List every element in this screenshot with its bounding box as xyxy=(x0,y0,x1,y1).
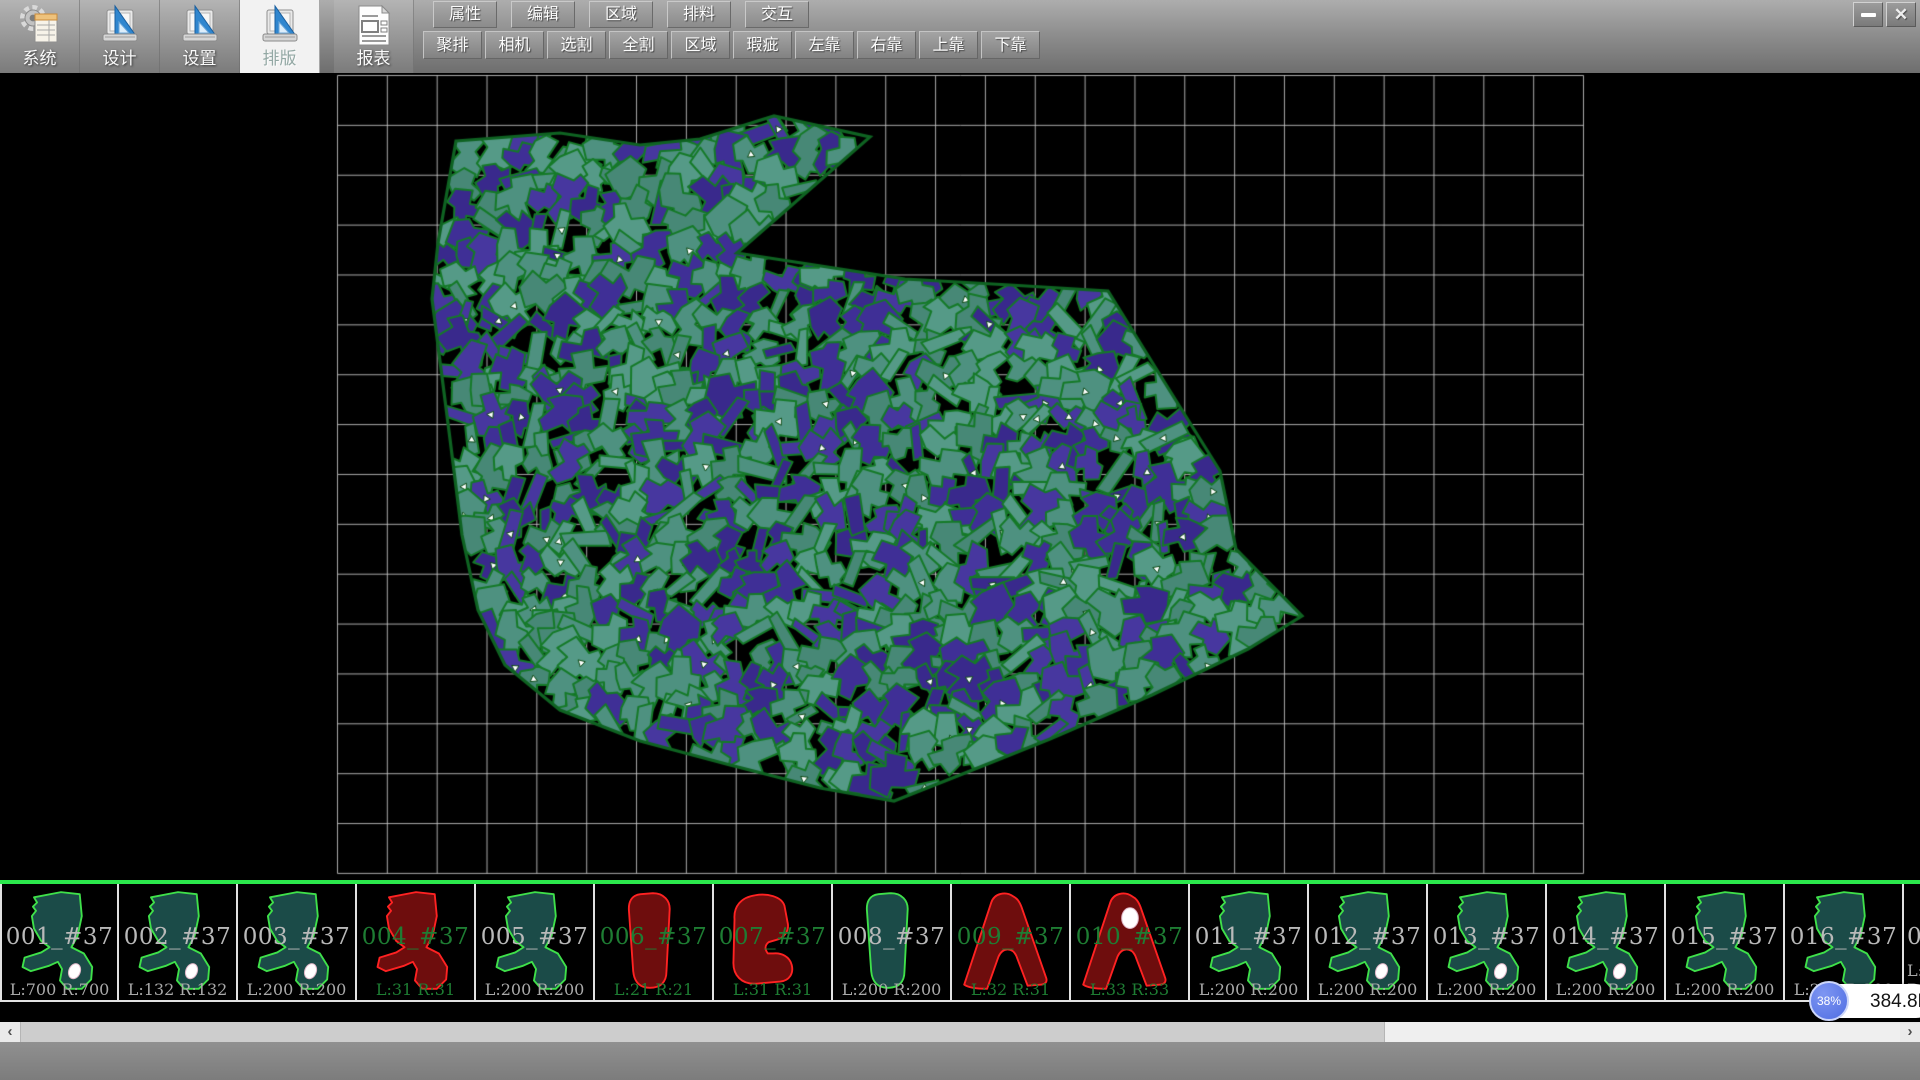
piece-thumbnail-010_#37[interactable]: 010_#37 L:33 R:33 xyxy=(1071,884,1190,1002)
piece-lr-count: L:31 R:31 xyxy=(714,980,831,999)
menu-tab-2[interactable]: 编辑 xyxy=(511,1,575,28)
piece-id: 017_#37 xyxy=(1904,924,1920,950)
piece-id: 013_#37 xyxy=(1428,924,1545,950)
piece-id: 001_#37 xyxy=(2,924,117,950)
piece-id: 003_#37 xyxy=(238,924,355,950)
system-gear-icon xyxy=(18,3,62,49)
piece-lr-count: L:200 R:200 xyxy=(1309,980,1426,999)
piece-thumbnail-004_#37[interactable]: 004_#37 L:31 R:31 xyxy=(357,884,476,1002)
piece-thumbnail-005_#37[interactable]: 005_#37 L:200 R:200 xyxy=(476,884,595,1002)
piece-thumbnail-strip: 001_#37L:700 R:700002_#37L:132 R:132003_… xyxy=(0,880,1920,1022)
tool-button-3[interactable]: 选割 xyxy=(547,31,606,59)
piece-thumbnail-001_#37[interactable]: 001_#37 L:700 R:700 xyxy=(0,884,119,1002)
piece-thumbnail-009_#37[interactable]: 009_#37 L:32 R:31 xyxy=(952,884,1071,1002)
tool-button-8[interactable]: 右靠 xyxy=(857,31,916,59)
settings-ruler-icon xyxy=(178,3,222,49)
menu-tab-5[interactable]: 交互 xyxy=(745,1,809,28)
piece-id: 011_#37 xyxy=(1190,924,1307,950)
close-icon: ✕ xyxy=(1894,6,1908,23)
nesting-canvas[interactable] xyxy=(0,73,1920,880)
menu-tab-4[interactable]: 排料 xyxy=(667,1,731,28)
tool-button-4[interactable]: 全割 xyxy=(609,31,668,59)
piece-thumbnail-012_#37[interactable]: 012_#37 L:200 R:200 xyxy=(1309,884,1428,1002)
menu-tab-bar: 属性编辑区域排料交互 xyxy=(433,1,809,28)
mode-button-label: 设计 xyxy=(103,49,137,69)
piece-lr-count: L:21 R:21 xyxy=(595,980,712,999)
piece-thumbnail-015_#37[interactable]: 015_#37 L:200 R:200 xyxy=(1666,884,1785,1002)
tool-button-10[interactable]: 下靠 xyxy=(981,31,1040,59)
piece-thumbnail-006_#37[interactable]: 006_#37 L:21 R:21 xyxy=(595,884,714,1002)
piece-id: 004_#37 xyxy=(357,924,474,950)
thumbnail-list: 001_#37L:700 R:700002_#37L:132 R:132003_… xyxy=(0,884,1920,1002)
main-mode-buttons: 系统 设计 设置 排版 报表 xyxy=(0,0,414,73)
design-ruler-icon xyxy=(98,3,142,49)
piece-lr-count: L:32 R:31 xyxy=(952,980,1069,999)
tool-button-7[interactable]: 左靠 xyxy=(795,31,854,59)
piece-thumbnail-011_#37[interactable]: 011_#37 L:200 R:200 xyxy=(1190,884,1309,1002)
piece-id: 012_#37 xyxy=(1309,924,1426,950)
nesting-ruler-icon xyxy=(258,3,302,49)
piece-id: 008_#37 xyxy=(833,924,950,950)
piece-id: 016_#37 xyxy=(1785,924,1902,950)
piece-lr-count: L:200 R:200 xyxy=(833,980,950,999)
piece-lr-count: L:200 R:200 xyxy=(476,980,593,999)
menu-tab-1[interactable]: 属性 xyxy=(433,1,497,28)
tool-button-row: 聚排相机选割全割区域瑕疵左靠右靠上靠下靠 xyxy=(423,31,1040,59)
piece-id: 007_#37 xyxy=(714,924,831,950)
piece-id: 014_#37 xyxy=(1547,924,1664,950)
status-bar xyxy=(0,1042,1920,1080)
minimize-button[interactable] xyxy=(1853,2,1883,27)
mode-button-label: 排版 xyxy=(263,49,297,69)
piece-thumbnail-014_#37[interactable]: 014_#37 L:200 R:200 xyxy=(1547,884,1666,1002)
tool-button-5[interactable]: 区域 xyxy=(671,31,730,59)
mode-button-5[interactable]: 报表 xyxy=(334,0,414,73)
piece-lr-count: L:200 R:200 xyxy=(1547,980,1664,999)
piece-thumbnail-008_#37[interactable]: 008_#37 L:200 R:200 xyxy=(833,884,952,1002)
piece-thumbnail-003_#37[interactable]: 003_#37 L:200 R:200 xyxy=(238,884,357,1002)
mode-button-4[interactable]: 排版 xyxy=(240,0,320,73)
memory-usage-badge: 384.8M 38% xyxy=(1809,981,1920,1021)
piece-id: 002_#37 xyxy=(119,924,236,950)
close-button[interactable]: ✕ xyxy=(1886,2,1916,27)
piece-thumbnail-007_#37[interactable]: 007_#37 L:31 R:31 xyxy=(714,884,833,1002)
scroll-left-button[interactable]: ‹ xyxy=(0,1022,20,1042)
mode-button-3[interactable]: 设置 xyxy=(160,0,240,73)
scrollbar-thumb[interactable] xyxy=(20,1022,1385,1042)
minimize-icon xyxy=(1861,13,1876,17)
memory-percent: 38% xyxy=(1817,994,1841,1008)
piece-thumbnail-013_#37[interactable]: 013_#37 L:200 R:200 xyxy=(1428,884,1547,1002)
mode-button-label: 系统 xyxy=(23,49,57,69)
piece-id: 015_#37 xyxy=(1666,924,1783,950)
piece-lr-count: L:31 R:31 xyxy=(357,980,474,999)
piece-id: 006_#37 xyxy=(595,924,712,950)
memory-value: 384.8M xyxy=(1870,991,1920,1013)
piece-lr-count: L:200 R:200 xyxy=(1190,980,1307,999)
piece-lr-count: L:700 R:700 xyxy=(2,980,117,999)
memory-percent-circle: 38% xyxy=(1809,981,1849,1021)
piece-id: 005_#37 xyxy=(476,924,593,950)
window-controls: ✕ xyxy=(1853,2,1916,27)
piece-lr-count: L:200 R:200 xyxy=(1666,980,1783,999)
menu-tab-3[interactable]: 区域 xyxy=(589,1,653,28)
piece-lr-count: L:200 R:200 xyxy=(238,980,355,999)
top-ribbon: 系统设计设置排版报表 属性编辑区域排料交互 聚排相机选割全割区域瑕疵左靠右靠上靠… xyxy=(0,0,1920,73)
piece-lr-count: L:132 R:132 xyxy=(119,980,236,999)
tool-button-1[interactable]: 聚排 xyxy=(423,31,482,59)
tool-button-2[interactable]: 相机 xyxy=(485,31,544,59)
nesting-canvas-area[interactable] xyxy=(0,73,1920,880)
piece-thumbnail-002_#37[interactable]: 002_#37 L:132 R:132 xyxy=(119,884,238,1002)
piece-lr-count: L:33 R:33 xyxy=(1071,980,1188,999)
piece-lr-count: L:200 R:200 xyxy=(1428,980,1545,999)
scroll-right-button[interactable]: › xyxy=(1900,1022,1920,1042)
report-icon xyxy=(352,3,396,49)
mode-button-2[interactable]: 设计 xyxy=(80,0,160,73)
horizontal-scrollbar[interactable]: ‹ › xyxy=(0,1022,1920,1042)
mode-button-label: 设置 xyxy=(183,49,217,69)
piece-id: 009_#37 xyxy=(952,924,1069,950)
mode-button-label: 报表 xyxy=(357,49,391,69)
mode-button-1[interactable]: 系统 xyxy=(0,0,80,73)
piece-id: 010_#37 xyxy=(1071,924,1188,950)
tool-button-9[interactable]: 上靠 xyxy=(919,31,978,59)
tool-button-6[interactable]: 瑕疵 xyxy=(733,31,792,59)
